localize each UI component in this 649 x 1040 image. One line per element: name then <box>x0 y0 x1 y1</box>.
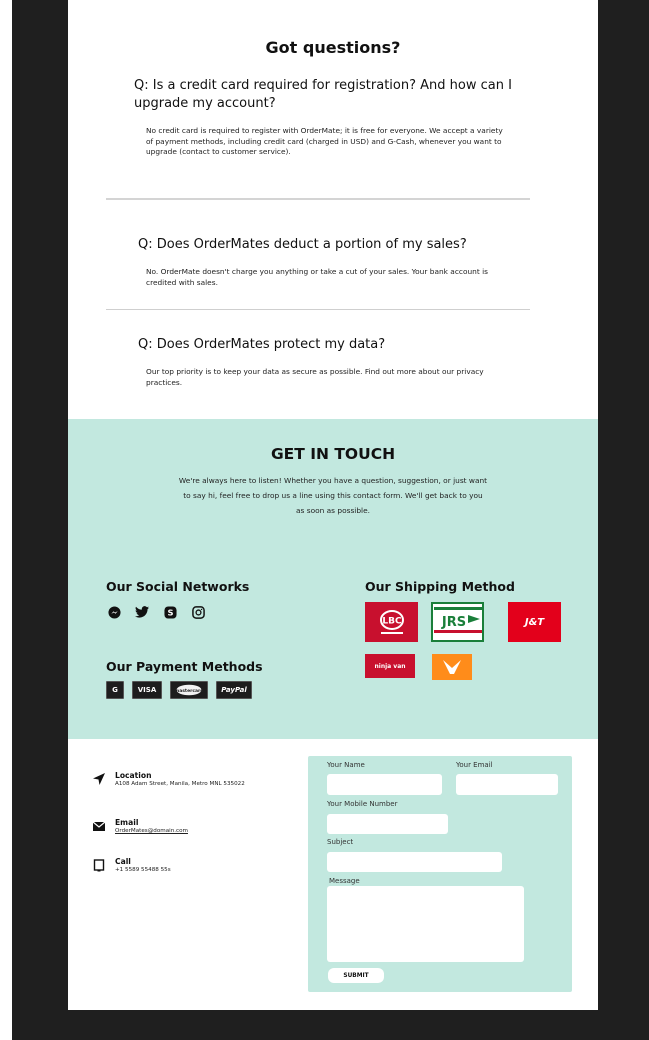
message-label: Message <box>329 877 360 885</box>
flash-express-logo <box>432 654 472 680</box>
envelope-icon <box>92 818 108 834</box>
skype-icon[interactable]: S <box>162 604 178 620</box>
email-label: Email <box>115 818 139 827</box>
your-email-label: Your Email <box>456 761 493 769</box>
payment-methods-heading: Our Payment Methods <box>106 659 263 674</box>
shipping-method-heading: Our Shipping Method <box>365 579 515 594</box>
faq-divider <box>106 198 530 200</box>
faq-question-3: Q: Does OrderMates protect my data? <box>138 337 386 352</box>
lbc-logo-text: LBC <box>382 617 402 627</box>
svg-text:mastercard: mastercard <box>175 688 203 694</box>
paypal-logo: PayPal <box>216 681 252 699</box>
ninja-van-logo: ninja van <box>365 654 415 678</box>
messenger-icon[interactable] <box>106 604 122 620</box>
location-arrow-icon <box>92 771 108 787</box>
faq-answer-3: Our top priority is to keep your data as… <box>146 367 484 387</box>
jrs-logo-text: JRS <box>440 615 465 630</box>
faq-answer-2: No. OrderMate doesn't charge you anythin… <box>146 267 488 287</box>
window-frame-bottom <box>12 1010 649 1040</box>
faq-question-2: Q: Does OrderMates deduct a portion of m… <box>138 237 467 252</box>
email-input[interactable] <box>456 774 558 795</box>
social-icons: S <box>106 604 206 620</box>
visa-logo: VISA <box>132 681 162 699</box>
message-textarea[interactable] <box>327 886 524 962</box>
subject-input[interactable] <box>327 852 502 872</box>
contact-form: Your Name Your Email Your Mobile Number … <box>308 756 572 992</box>
faq-question-1: Q: Is a credit card required for registr… <box>134 78 512 111</box>
email-link[interactable]: OrderMates@domain.com <box>115 828 265 836</box>
window-frame-top <box>12 0 68 6</box>
get-in-touch-section: GET IN TOUCH We're always here to listen… <box>68 419 598 739</box>
location-label: Location <box>115 771 152 780</box>
window-frame-right <box>598 0 649 1040</box>
social-networks-heading: Our Social Networks <box>106 579 250 594</box>
your-name-label: Your Name <box>327 761 365 769</box>
location-value: A108 Adam Street, Manila, Metro MNL 5350… <box>115 781 245 787</box>
mobile-number-label: Your Mobile Number <box>327 800 398 808</box>
svg-text:S: S <box>167 607 173 617</box>
jrs-logo: JRS <box>431 602 484 642</box>
jnt-logo: J&T <box>508 602 561 642</box>
twitter-icon[interactable] <box>134 604 150 620</box>
faq-title: Got questions? <box>265 38 401 57</box>
mobile-number-input[interactable] <box>327 814 448 834</box>
call-value: +1 5589 55488 55s <box>115 867 171 873</box>
phone-icon <box>92 857 108 873</box>
faq-divider <box>106 309 530 310</box>
get-in-touch-text: We're always here to listen! Whether you… <box>178 476 488 515</box>
window-frame-left <box>12 0 68 1040</box>
payment-methods-row: G VISA mastercard PayPal <box>106 681 252 699</box>
instagram-icon[interactable] <box>190 604 206 620</box>
page: Got questions? Q: Is a credit card requi… <box>68 6 598 1010</box>
get-in-touch-title: GET IN TOUCH <box>270 445 396 463</box>
gcash-logo: G <box>106 681 124 699</box>
submit-button[interactable]: SUBMIT <box>328 968 384 983</box>
mastercard-logo: mastercard <box>170 681 208 699</box>
name-input[interactable] <box>327 774 442 795</box>
subject-label: Subject <box>327 838 354 846</box>
lbc-logo: LBC <box>365 602 418 642</box>
faq-answer-1: No credit card is required to register w… <box>146 126 503 156</box>
call-label: Call <box>115 857 131 866</box>
